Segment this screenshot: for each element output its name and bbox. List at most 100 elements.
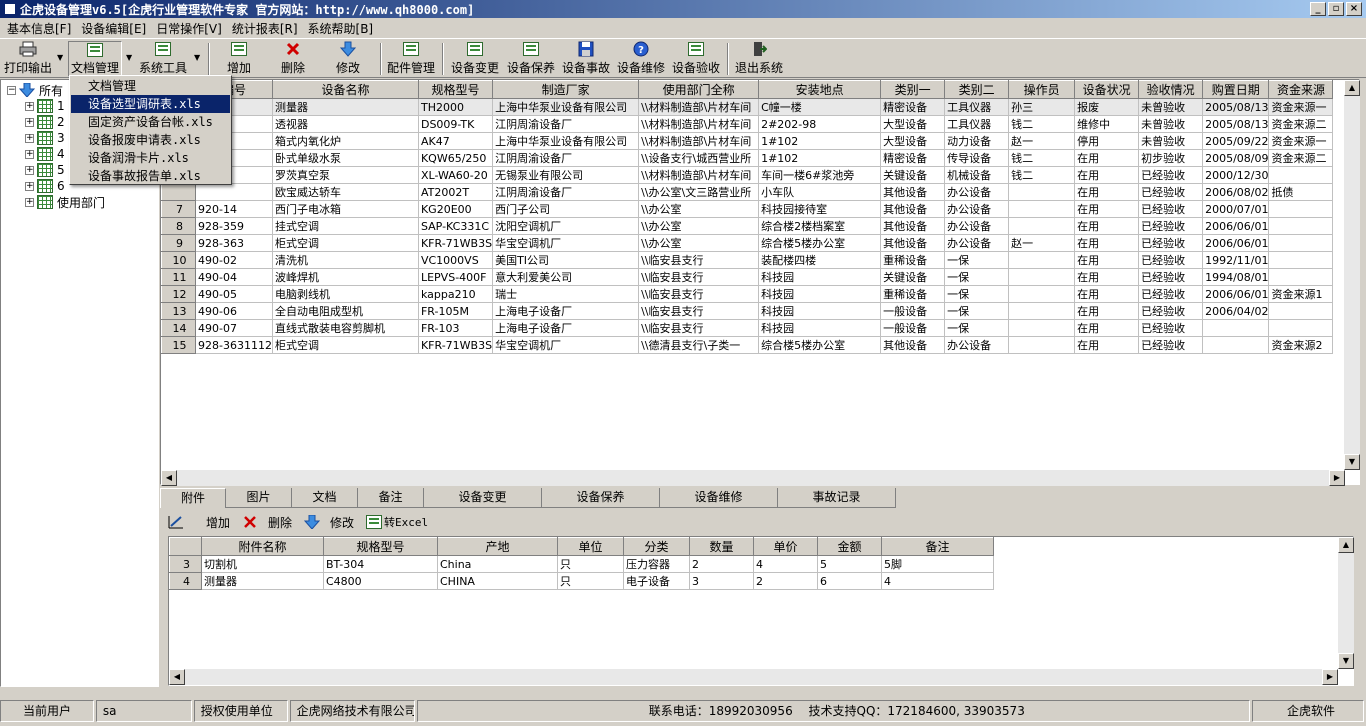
to-excel-button[interactable]: 转Excel xyxy=(366,514,428,530)
table-cell[interactable]: 一保 xyxy=(944,268,1010,286)
row-number[interactable]: 15 xyxy=(161,336,196,354)
table-cell[interactable]: 未曾验收 xyxy=(1138,132,1204,150)
table-cell[interactable]: 车间一楼6#浆池旁 xyxy=(758,166,882,184)
table-cell[interactable]: 机械设备 xyxy=(944,166,1010,184)
table-cell[interactable]: 1994/08/01 xyxy=(1202,268,1270,286)
table-cell[interactable]: \\临安县支行 xyxy=(638,268,760,286)
table-cell[interactable] xyxy=(1008,285,1076,303)
table-cell[interactable]: FR-103 xyxy=(418,319,494,337)
table-cell[interactable]: 2000/07/01 xyxy=(1202,200,1270,218)
row-number[interactable]: 7 xyxy=(161,200,196,218)
table-cell[interactable]: 资金来源二 xyxy=(1268,149,1334,167)
table-cell[interactable]: 2006/06/01 xyxy=(1202,285,1270,303)
table-cell[interactable]: 一保 xyxy=(944,251,1010,269)
column-header[interactable]: 规格型号 xyxy=(323,537,438,556)
table-cell[interactable]: 在用 xyxy=(1074,234,1140,252)
table-cell[interactable]: 1#102 xyxy=(758,132,882,150)
menu-equipment-edit[interactable]: 设备编辑[E] xyxy=(76,20,151,37)
scroll-up-icon[interactable]: ▲ xyxy=(1338,537,1354,553)
scroll-up-icon[interactable]: ▲ xyxy=(1344,80,1360,96)
table-cell[interactable]: \\材料制造部\片材车间 xyxy=(638,132,760,150)
table-cell[interactable]: 科技园 xyxy=(758,319,882,337)
table-cell[interactable]: 大型设备 xyxy=(880,132,946,150)
table-cell[interactable]: KFR-71WB3S xyxy=(418,234,494,252)
table-cell[interactable]: \\办公室 xyxy=(638,200,760,218)
table-row[interactable]: 11 490-04 波峰焊机 LEPVS-400F 意大利爱美公司 \\临安县支行 科技园关… xyxy=(161,268,1334,286)
expand-icon[interactable]: + xyxy=(25,133,34,143)
menu-reports[interactable]: 统计报表[R] xyxy=(227,20,303,37)
table-cell[interactable]: 赵一 xyxy=(1008,234,1076,252)
table-cell[interactable]: 已经验收 xyxy=(1138,183,1204,201)
table-cell[interactable]: KQW65/250 xyxy=(418,149,494,167)
table-cell[interactable]: 抵债 xyxy=(1268,183,1334,201)
vertical-scrollbar[interactable]: ▲ ▼ xyxy=(1344,80,1360,470)
table-cell[interactable]: 江阴周渝设备厂 xyxy=(492,183,640,201)
table-cell[interactable]: 切割机 xyxy=(201,555,324,573)
table-cell[interactable]: 4 xyxy=(753,555,818,573)
tree-node[interactable]: + 2 xyxy=(25,114,65,130)
table-cell[interactable]: 办公设备 xyxy=(944,183,1010,201)
column-header[interactable]: 单价 xyxy=(753,537,818,556)
column-header[interactable]: 设备名称 xyxy=(271,80,419,99)
tab-changes[interactable]: 设备变更 xyxy=(424,488,542,508)
table-cell[interactable]: BT-304 xyxy=(323,555,438,573)
table-cell[interactable]: 在用 xyxy=(1074,200,1140,218)
table-cell[interactable]: 精密设备 xyxy=(880,98,946,116)
table-cell[interactable]: 6 xyxy=(817,572,882,590)
tab-images[interactable]: 图片 xyxy=(226,488,292,508)
table-cell[interactable]: 办公设备 xyxy=(944,336,1010,354)
table-cell[interactable]: 2006/06/01 xyxy=(1202,217,1270,235)
table-cell[interactable]: 办公设备 xyxy=(944,217,1010,235)
column-header[interactable]: 操作员 xyxy=(1008,80,1076,99)
table-cell[interactable]: 电脑剥线机 xyxy=(272,285,419,303)
table-cell[interactable]: 未曾验收 xyxy=(1138,115,1204,133)
column-header[interactable]: 规格型号 xyxy=(417,80,494,99)
close-button[interactable]: × xyxy=(1346,2,1362,16)
table-cell[interactable]: TH2000 xyxy=(418,98,494,116)
table-cell[interactable]: 办公设备 xyxy=(944,200,1010,218)
collapse-icon[interactable]: − xyxy=(7,85,16,95)
table-cell[interactable]: 已经验收 xyxy=(1138,234,1204,252)
table-cell[interactable]: \\材料制造部\片材车间 xyxy=(638,115,760,133)
tree-node[interactable]: + 1 xyxy=(25,98,65,114)
row-number[interactable]: 10 xyxy=(161,251,196,269)
table-cell[interactable]: 一保 xyxy=(944,285,1010,303)
table-cell[interactable]: 1992/11/01 xyxy=(1202,251,1270,269)
column-header[interactable]: 使用部门全称 xyxy=(638,80,760,99)
table-cell[interactable]: 已经验收 xyxy=(1138,336,1204,354)
table-cell[interactable] xyxy=(1008,183,1076,201)
table-cell[interactable]: 科技园 xyxy=(758,285,882,303)
table-cell[interactable]: 在用 xyxy=(1074,149,1140,167)
table-cell[interactable] xyxy=(1268,302,1334,320)
table-cell[interactable]: 在用 xyxy=(1074,183,1140,201)
tree-node[interactable]: + 5 xyxy=(25,162,65,178)
table-cell[interactable]: 压力容器 xyxy=(623,555,690,573)
column-header[interactable]: 类别一 xyxy=(880,80,946,99)
table-cell[interactable]: 华宝空调机厂 xyxy=(492,336,640,354)
table-cell[interactable]: \\临安县支行 xyxy=(638,302,760,320)
expand-icon[interactable]: + xyxy=(25,197,34,207)
dropdown-item[interactable]: 设备润滑卡片.xls xyxy=(71,149,230,167)
table-cell[interactable]: 未曾验收 xyxy=(1138,98,1204,116)
table-row[interactable]: 箱式内氧化炉 AK47 上海中华泵业设备有限公司 \\材料制造部\片材车间 1#102 大… xyxy=(161,132,1334,150)
row-number[interactable]: 9 xyxy=(161,234,196,252)
table-cell[interactable] xyxy=(1268,319,1334,337)
row-number[interactable]: 4 xyxy=(169,572,202,590)
table-cell[interactable]: 其他设备 xyxy=(880,200,946,218)
scroll-right-icon[interactable]: ▶ xyxy=(1329,470,1345,486)
table-row[interactable]: 12 490-05 电脑剥线机 kappa210 瑞士 \\临安县支行 科技园 重稀设备 一保 在… xyxy=(161,285,1334,303)
row-number[interactable]: 11 xyxy=(161,268,196,286)
table-cell[interactable]: 其他设备 xyxy=(880,336,946,354)
row-number[interactable]: 8 xyxy=(161,217,196,235)
table-cell[interactable]: 一般设备 xyxy=(880,302,946,320)
tab-repairs[interactable]: 设备维修 xyxy=(660,488,778,508)
column-header[interactable]: 制造厂家 xyxy=(492,80,640,99)
table-cell[interactable]: 资金来源一 xyxy=(1268,132,1334,150)
tree-node[interactable]: + 4 xyxy=(25,146,65,162)
table-row[interactable]: 9 928-363 柜式空调 KFR-71WB3S 华宝空调机厂 \\办公室 综合楼5楼办公… xyxy=(161,234,1334,252)
row-number[interactable]: 14 xyxy=(161,319,196,337)
expand-icon[interactable]: + xyxy=(25,101,34,111)
table-cell[interactable]: 只 xyxy=(557,555,624,573)
table-cell[interactable]: 在用 xyxy=(1074,217,1140,235)
tree-node-departments[interactable]: + 使用部门 xyxy=(25,194,105,210)
